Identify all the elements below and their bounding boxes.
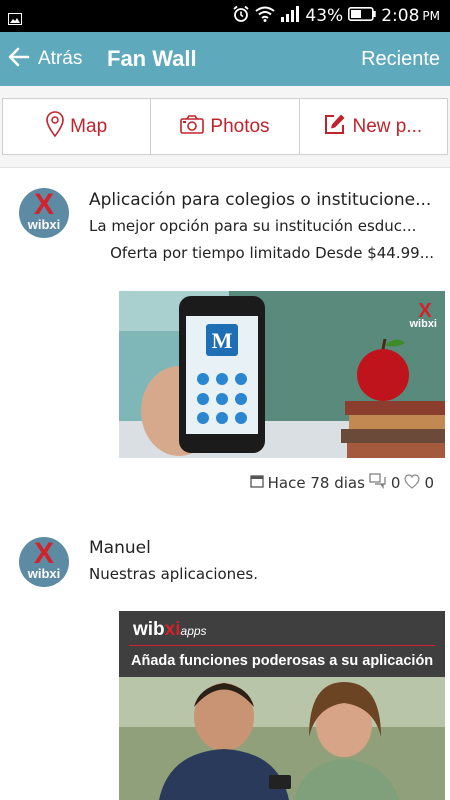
post-meta: Hace 78 dias 0 0 (249, 473, 434, 493)
post-author[interactable]: Manuel (89, 538, 434, 558)
post-text: La mejor opción para su institución esdu… (89, 217, 417, 235)
image-brand: wibxiapps (133, 619, 207, 640)
status-bar: 43% 2:08 PM (0, 0, 450, 32)
comment-count: 0 (390, 474, 401, 492)
battery-icon (348, 6, 376, 26)
page-title: Fan Wall (107, 46, 197, 71)
image-brand: wibxi (409, 318, 437, 330)
wifi-icon (255, 6, 276, 27)
back-label: Atrás (38, 48, 83, 69)
avatar-text: wibxi (27, 566, 61, 581)
new-post-tab[interactable]: New p... (300, 99, 447, 154)
heart-icon[interactable] (404, 473, 421, 493)
arrow-left-icon (8, 46, 30, 72)
clock-ampm: PM (422, 9, 440, 23)
map-tab[interactable]: Map (3, 99, 152, 154)
action-tabs-bar: Map Photos New p... (0, 86, 450, 168)
alarm-icon (232, 5, 250, 28)
calendar-icon (249, 474, 264, 492)
svg-text:M: M (212, 328, 233, 353)
author-avatar[interactable]: X wibxi (19, 188, 69, 238)
gallery-notification-icon (8, 10, 22, 29)
map-pin-icon (46, 110, 64, 143)
signal-icon (280, 5, 300, 27)
post-image[interactable]: wibxiapps Añada funciones poderosas a su… (119, 611, 445, 800)
clock-time: 2:08 (381, 6, 420, 26)
sort-recent-button[interactable]: Reciente (361, 44, 440, 74)
battery-percent: 43% (305, 6, 344, 26)
photos-tab-label: Photos (210, 115, 270, 137)
post-text-extra: Oferta por tiempo limitado Desde $44.99.… (110, 244, 434, 262)
photos-tab[interactable]: Photos (151, 99, 300, 154)
back-button[interactable]: Atrás (8, 44, 82, 74)
edit-icon (324, 113, 346, 141)
like-count: 0 (424, 474, 434, 492)
image-headline: Añada funciones poderosas a su aplicació… (131, 653, 434, 669)
post-author[interactable]: Aplicación para colegios o institucione.… (89, 190, 434, 210)
post-image[interactable]: M X wibxi (119, 291, 445, 458)
new-post-tab-label: New p... (352, 115, 423, 137)
camera-icon (180, 114, 205, 140)
comment-icon[interactable] (369, 473, 387, 493)
app-bar: Atrás Fan Wall Reciente (0, 32, 450, 86)
map-tab-label: Map (70, 115, 108, 137)
author-avatar[interactable]: X wibxi (19, 537, 69, 587)
post-text: Nuestras aplicaciones. (89, 565, 258, 583)
post-date: Hace 78 dias (267, 474, 365, 492)
avatar-text: wibxi (27, 217, 61, 232)
